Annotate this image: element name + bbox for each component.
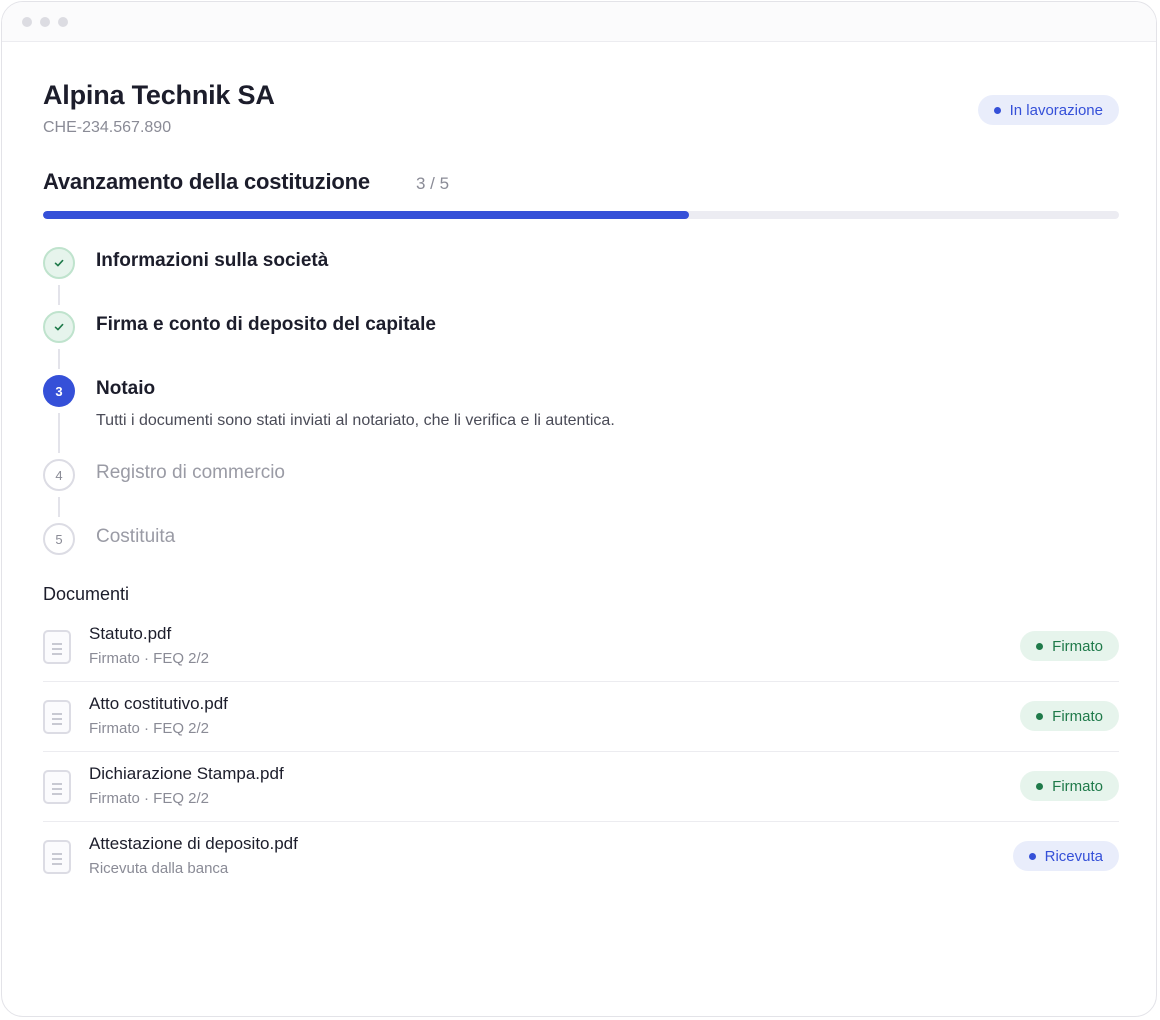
document-name[interactable]: Attestazione di deposito.pdf (89, 834, 298, 854)
progress-title: Avanzamento della costituzione (43, 169, 370, 194)
step-label: Informazioni sulla società (96, 250, 329, 271)
status-badge-label: In lavorazione (1009, 101, 1103, 119)
window-dot-minimize[interactable] (40, 17, 50, 27)
document-row[interactable]: Dichiarazione Stampa.pdf Firmato · FEQ 2/… (43, 752, 1119, 822)
company-name: Alpina Technik SA (43, 80, 275, 110)
document-status-label: Firmato (1052, 637, 1103, 655)
step-label: Costituita (96, 526, 176, 547)
document-status-badge: Firmato (1020, 771, 1119, 801)
document-subtitle: Ricevuta dalla banca (89, 860, 229, 877)
document-icon (43, 630, 71, 664)
status-dot-icon (993, 106, 1001, 114)
company-uid: CHE-234.567.890 (43, 119, 172, 136)
document-status-badge: Firmato (1020, 701, 1119, 731)
document-status-label: Ricevuta (1044, 847, 1103, 865)
document-icon (43, 700, 71, 734)
document-status-label: Firmato (1052, 777, 1103, 795)
window-titlebar (2, 2, 1156, 42)
step-connector (58, 349, 60, 369)
document-icon (43, 770, 71, 804)
step-label: Firma e conto di deposito del capitale (96, 314, 436, 335)
progress-bar-fill (43, 211, 689, 219)
status-badge: In lavorazione (977, 95, 1119, 125)
document-row[interactable]: Atto costitutivo.pdf Firmato · FEQ 2/2 Fir… (43, 682, 1119, 752)
document-row[interactable]: Statuto.pdf Firmato · FEQ 2/2 Firmato (43, 612, 1119, 682)
document-status-badge: Ricevuta (1012, 841, 1119, 871)
step-connector (58, 285, 60, 305)
document-subtitle: Firmato · FEQ 2/2 (89, 650, 210, 667)
window-dot-close[interactable] (22, 17, 32, 27)
app-window: Alpina Technik SA CHE-234.567.890 In lav… (1, 1, 1157, 1017)
progress-count: 3 / 5 (416, 174, 450, 193)
document-name[interactable]: Dichiarazione Stampa.pdf (89, 764, 284, 784)
document-subtitle: Firmato · FEQ 2/2 (89, 720, 210, 737)
document-name[interactable]: Atto costitutivo.pdf (89, 694, 228, 714)
status-dot-icon (1036, 642, 1044, 650)
step-number: 5 (43, 523, 75, 555)
window-dot-maximize[interactable] (58, 17, 68, 27)
document-row[interactable]: Attestazione di deposito.pdf Ricevuta dal… (43, 822, 1119, 892)
step-label: Notaio (96, 378, 156, 399)
status-dot-icon (1036, 782, 1044, 790)
progress-bar (43, 211, 1119, 219)
step-connector (58, 413, 60, 453)
document-list: Statuto.pdf Firmato · FEQ 2/2 Firmato Atto … (43, 612, 1119, 892)
documents-title: Documenti (43, 584, 130, 604)
step-number: 4 (43, 459, 75, 491)
step-connector (58, 497, 60, 517)
status-dot-icon (1036, 712, 1044, 720)
document-status-badge: Firmato (1020, 631, 1119, 661)
check-icon (43, 247, 75, 279)
document-status-label: Firmato (1052, 707, 1103, 725)
document-name[interactable]: Statuto.pdf (89, 624, 171, 644)
document-icon (43, 840, 71, 874)
check-icon (43, 311, 75, 343)
step-description: Tutti i documenti sono stati inviati al … (96, 412, 615, 429)
step-label: Registro di commercio (96, 462, 285, 483)
step-number: 3 (43, 375, 75, 407)
status-dot-icon (1028, 852, 1036, 860)
document-subtitle: Firmato · FEQ 2/2 (89, 790, 210, 807)
